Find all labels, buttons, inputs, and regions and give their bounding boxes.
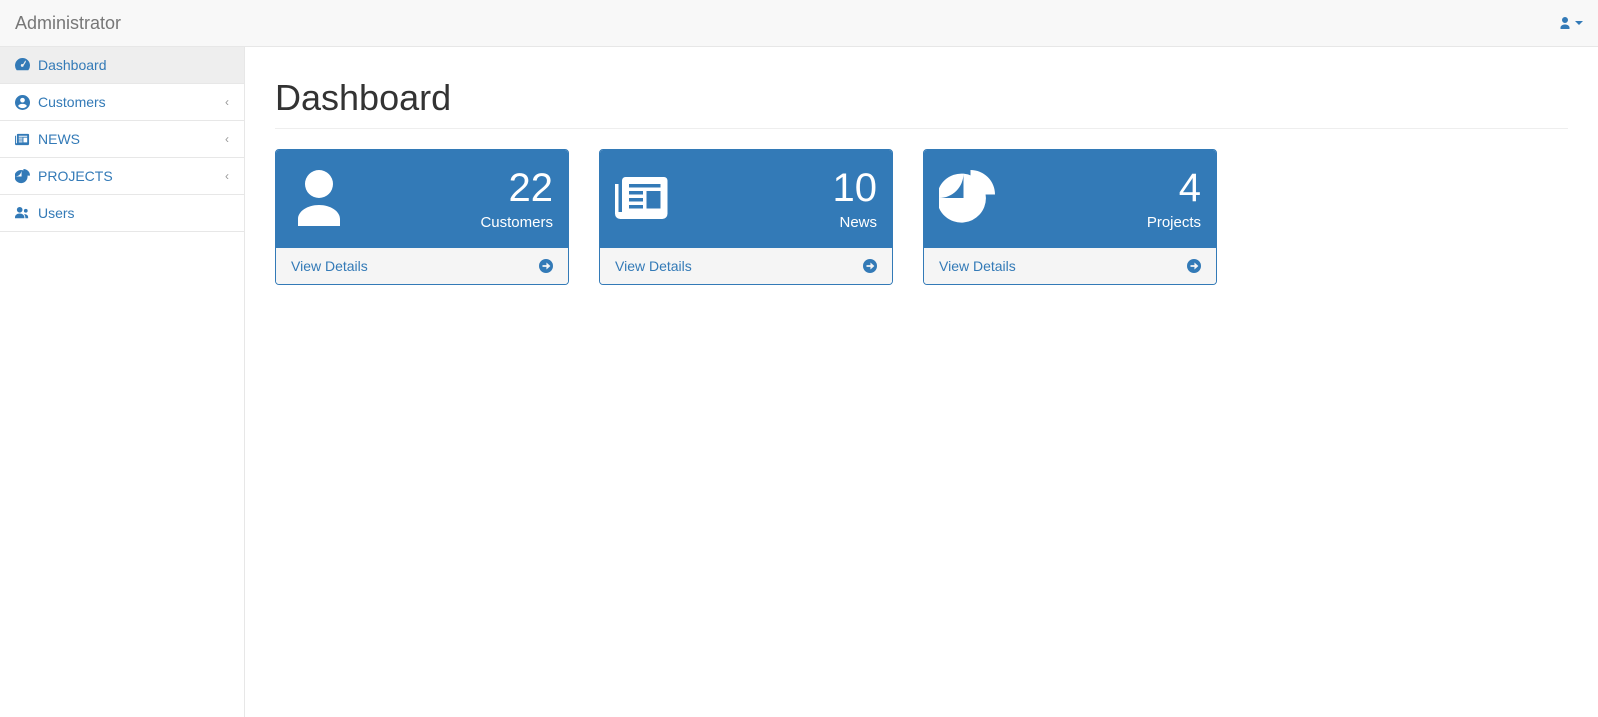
sidebar-item-news[interactable]: NEWS ‹ (0, 121, 244, 158)
sidebar-item-label: NEWS (38, 131, 217, 147)
user-menu-toggle[interactable] (1559, 17, 1583, 29)
arrow-circle-right-icon (863, 259, 877, 273)
card-label: Customers (480, 214, 553, 231)
sidebar-item-label: Users (38, 205, 229, 221)
chevron-left-icon: ‹ (225, 132, 229, 146)
chevron-left-icon: ‹ (225, 95, 229, 109)
chevron-left-icon: ‹ (225, 169, 229, 183)
sidebar-item-projects[interactable]: PROJECTS ‹ (0, 158, 244, 195)
summary-cards-row: 22 Customers View Details 10 News (275, 149, 1568, 285)
newspaper-icon (15, 132, 30, 147)
sidebar-item-dashboard[interactable]: Dashboard (0, 47, 244, 84)
card-value: 22 (480, 168, 553, 208)
dashboard-icon (15, 58, 30, 73)
sidebar-item-label: Dashboard (38, 57, 229, 73)
view-details-link[interactable]: View Details (924, 248, 1216, 284)
caret-down-icon (1575, 21, 1583, 25)
users-icon (15, 206, 30, 221)
main-content: Dashboard 22 Customers View Details (245, 47, 1598, 717)
card-value: 4 (1147, 168, 1201, 208)
view-details-link[interactable]: View Details (276, 248, 568, 284)
sidebar-item-label: Customers (38, 94, 217, 110)
card-label: Projects (1147, 214, 1201, 231)
brand-title[interactable]: Administrator (15, 13, 121, 34)
user-icon (1559, 17, 1571, 29)
arrow-circle-right-icon (1187, 259, 1201, 273)
sidebar-item-users[interactable]: Users (0, 195, 244, 232)
user-circle-icon (15, 95, 30, 110)
pie-chart-icon (15, 169, 30, 184)
view-details-label: View Details (615, 258, 692, 274)
sidebar: Dashboard Customers ‹ NEWS ‹ PROJECTS ‹ … (0, 47, 245, 717)
pie-chart-icon (939, 170, 995, 229)
page-title: Dashboard (275, 77, 1568, 129)
user-icon (291, 170, 347, 229)
card-value: 10 (833, 168, 878, 208)
card-projects: 4 Projects View Details (923, 149, 1217, 285)
top-navbar: Administrator (0, 0, 1598, 47)
newspaper-icon (615, 170, 671, 229)
card-customers: 22 Customers View Details (275, 149, 569, 285)
view-details-label: View Details (939, 258, 1016, 274)
view-details-label: View Details (291, 258, 368, 274)
card-label: News (833, 214, 878, 231)
sidebar-item-label: PROJECTS (38, 168, 217, 184)
sidebar-item-customers[interactable]: Customers ‹ (0, 84, 244, 121)
view-details-link[interactable]: View Details (600, 248, 892, 284)
card-news: 10 News View Details (599, 149, 893, 285)
arrow-circle-right-icon (539, 259, 553, 273)
